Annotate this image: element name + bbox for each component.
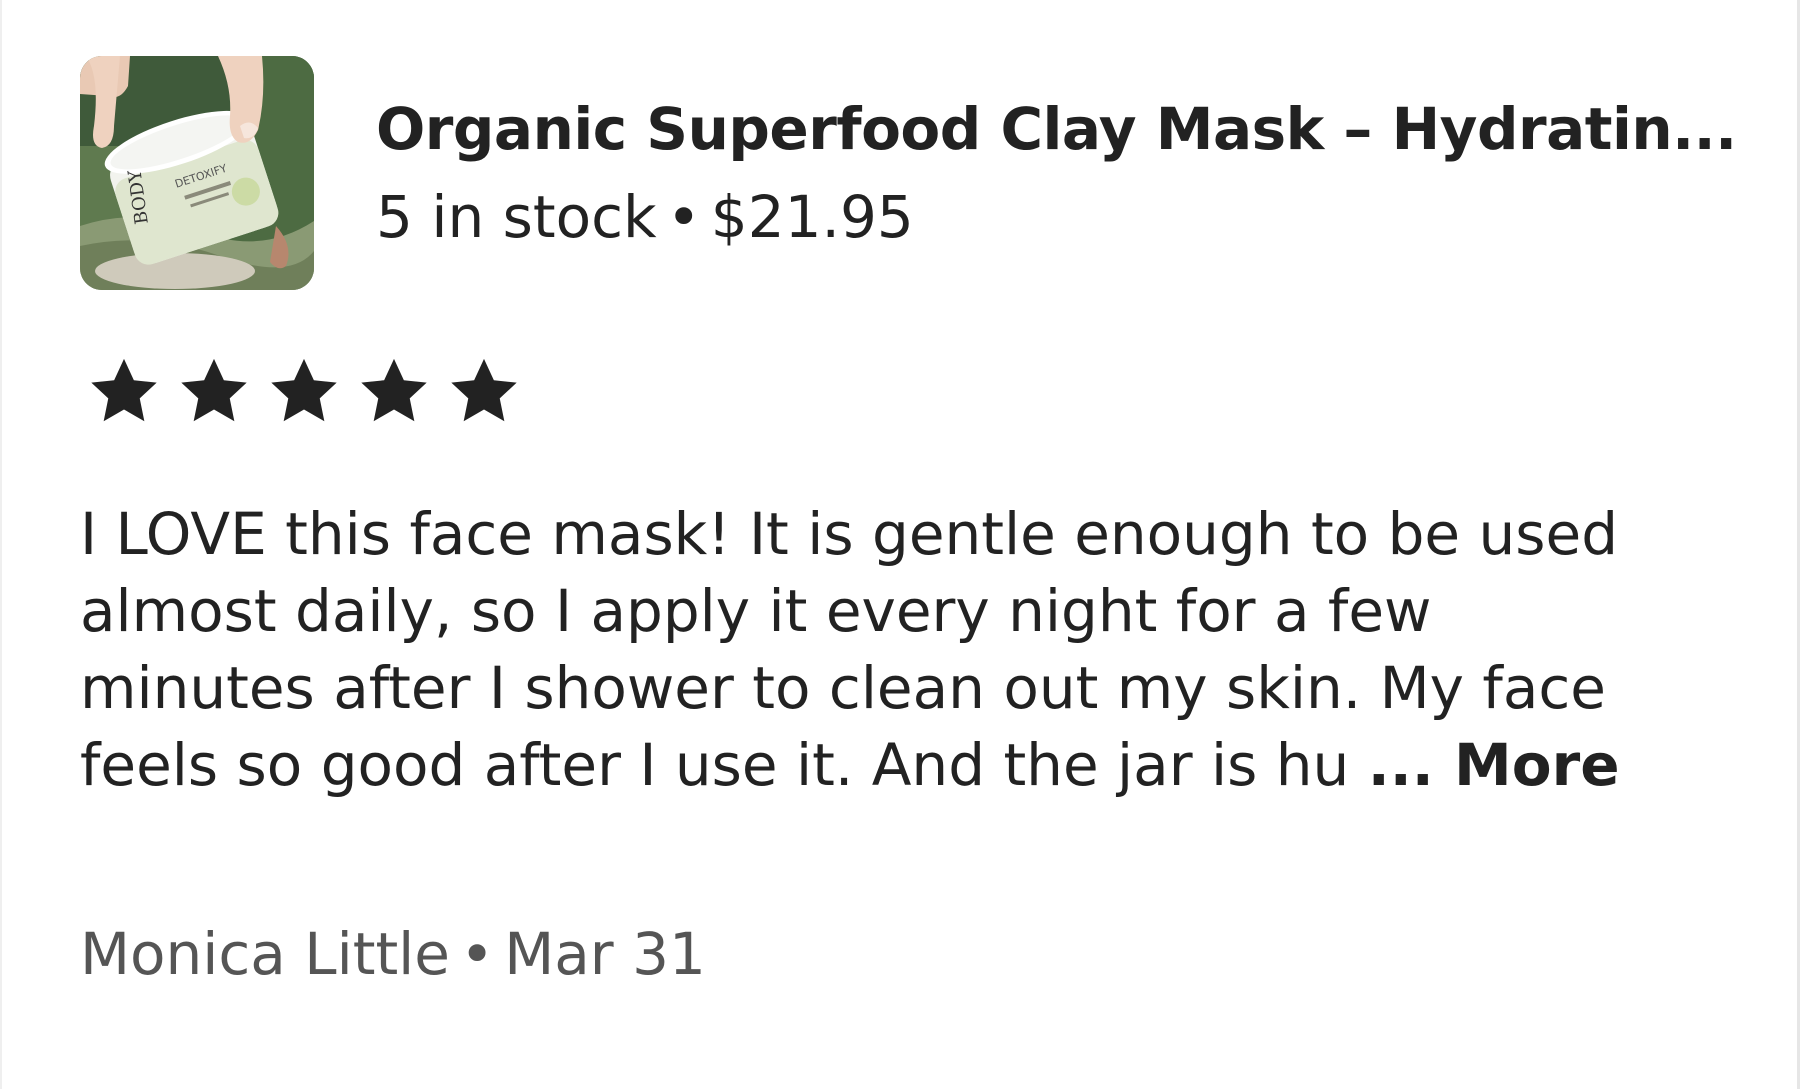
product-info: Organic Superfood Clay Mask – Hydratin..… bbox=[376, 93, 1737, 253]
footer-separator: • bbox=[459, 920, 495, 988]
more-ellipsis: ... bbox=[1367, 731, 1434, 799]
review-footer: Monica Little • Mar 31 bbox=[80, 918, 706, 990]
product-thumbnail[interactable]: BODY DETOXIFY bbox=[80, 56, 314, 290]
star-rating bbox=[86, 354, 536, 428]
product-image: BODY DETOXIFY bbox=[80, 56, 314, 290]
star-icon bbox=[451, 358, 517, 422]
product-header[interactable]: BODY DETOXIFY Organic Superfood Clay Mas… bbox=[80, 56, 1737, 290]
review-card: BODY DETOXIFY Organic Superfood Clay Mas… bbox=[0, 0, 1800, 1089]
meta-separator: • bbox=[666, 183, 701, 251]
product-meta: 5 in stock • $21.95 bbox=[376, 181, 1737, 253]
card-left-border bbox=[0, 0, 2, 1089]
star-icon bbox=[91, 358, 157, 422]
review-body: I LOVE this face mask! It is gentle enou… bbox=[80, 496, 1720, 804]
review-date: Mar 31 bbox=[504, 920, 706, 988]
more-link[interactable]: ... More bbox=[1368, 731, 1620, 799]
star-icon bbox=[181, 358, 247, 422]
product-price: $21.95 bbox=[710, 183, 914, 251]
star-icon bbox=[361, 358, 427, 422]
reviewer-name[interactable]: Monica Little bbox=[80, 920, 450, 988]
star-icon bbox=[271, 358, 337, 422]
product-title[interactable]: Organic Superfood Clay Mask – Hydratin..… bbox=[376, 93, 1737, 165]
stock-status: 5 in stock bbox=[376, 183, 657, 251]
more-label: More bbox=[1454, 731, 1620, 799]
